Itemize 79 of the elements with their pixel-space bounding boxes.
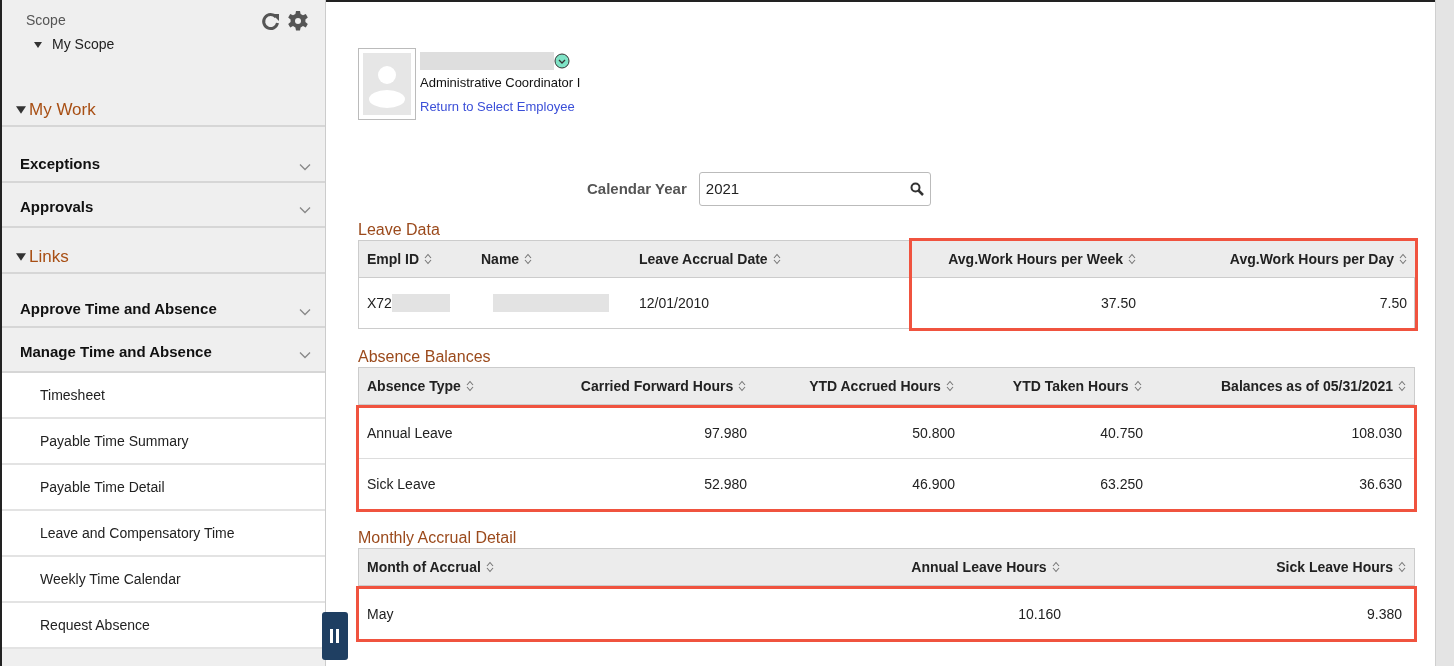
- column-header[interactable]: Annual Leave Hours: [698, 549, 1068, 585]
- collapse-handle[interactable]: [322, 612, 348, 660]
- job-title: Administrative Coordinator I: [420, 74, 581, 92]
- table-cell-text: 63.250: [1100, 474, 1143, 494]
- menu-item[interactable]: Exceptions: [2, 127, 325, 183]
- table-cell-text: 52.980: [704, 474, 747, 494]
- sort-icon: [424, 253, 433, 265]
- dropdown-circle-icon[interactable]: [554, 53, 570, 69]
- menu-item[interactable]: Approvals: [2, 183, 325, 228]
- column-header[interactable]: Balances as of 05/31/2021: [1149, 368, 1414, 404]
- table-cell-text: Sick Leave: [367, 474, 436, 494]
- sort-icon: [1133, 380, 1142, 392]
- sort-icon: [738, 380, 747, 392]
- sort-icon: [1398, 380, 1406, 392]
- submenu-link[interactable]: Timesheet: [2, 373, 325, 419]
- table-cell-text: 7.50: [1379, 293, 1407, 313]
- table-cell-text: 108.030: [1351, 423, 1402, 443]
- section-title: Absence Balances: [358, 347, 491, 367]
- table-cell-text: 46.900: [912, 474, 955, 494]
- chevron-down-icon: [299, 308, 311, 316]
- table-cell-text: 36.630: [1359, 474, 1402, 494]
- scrollbar[interactable]: [1435, 0, 1454, 666]
- sort-icon: [524, 253, 533, 265]
- sort-icon: [485, 561, 494, 573]
- sort-icon: [1399, 253, 1407, 265]
- section-title: Leave Data: [358, 220, 440, 240]
- table-cell-text: 12/01/2010: [639, 293, 710, 313]
- column-header[interactable]: YTD Accrued Hours: [754, 368, 962, 404]
- table-cell-text: 9.380: [1366, 604, 1402, 624]
- scope-title: Scope: [26, 11, 66, 30]
- sort-icon: [772, 253, 781, 265]
- chevron-down-icon: [299, 206, 311, 214]
- sort-icon: [465, 380, 474, 392]
- table-cell-text: Annual Leave: [367, 423, 453, 443]
- submenu-link[interactable]: Leave and Compensatory Time: [2, 511, 325, 557]
- sort-icon: [1398, 561, 1406, 573]
- column-header[interactable]: Name: [473, 241, 631, 277]
- column-header[interactable]: Leave Accrual Date: [631, 241, 909, 277]
- table-cell-text: 50.800: [912, 423, 955, 443]
- tree-item[interactable]: My Scope: [2, 34, 115, 55]
- column-header[interactable]: Sick Leave Hours: [1067, 549, 1414, 585]
- chevron-down-icon: [299, 163, 311, 171]
- refresh-icon[interactable]: [261, 11, 281, 31]
- column-header[interactable]: YTD Taken Hours: [961, 368, 1150, 404]
- submenu-link[interactable]: Weekly Time Calendar: [2, 557, 325, 603]
- section-header[interactable]: Links: [2, 242, 325, 274]
- triangle-down-icon: [16, 252, 26, 262]
- calendar-year-field[interactable]: 2021: [698, 172, 931, 206]
- table-cell-text: 97.980: [704, 423, 747, 443]
- submenu-link[interactable]: Payable Time Summary: [2, 419, 325, 465]
- column-header[interactable]: Carried Forward Hours: [536, 368, 755, 404]
- search-icon[interactable]: [909, 182, 924, 196]
- table-cell-text: 10.160: [1018, 604, 1061, 624]
- triangle-down-icon: [34, 40, 42, 49]
- table-cell-text: X72: [367, 293, 392, 313]
- column-header[interactable]: Absence Type: [359, 368, 537, 404]
- submenu-link[interactable]: Payable Time Detail: [2, 465, 325, 511]
- submenu-link[interactable]: Request Absence: [2, 603, 325, 649]
- table-cell-text: May: [367, 604, 394, 624]
- redaction-bar: [391, 294, 450, 312]
- avatar-placeholder: [358, 48, 416, 120]
- section-header[interactable]: My Work: [2, 95, 325, 127]
- column-header[interactable]: Month of Accrual: [359, 549, 699, 585]
- sort-icon: [945, 380, 954, 392]
- column-header[interactable]: Avg.Work Hours per Week: [912, 241, 1144, 277]
- menu-item[interactable]: Approve Time and Absence: [2, 274, 325, 328]
- sort-icon: [1128, 253, 1136, 265]
- column-header[interactable]: Empl ID: [359, 241, 473, 277]
- settings-icon[interactable]: [287, 10, 309, 32]
- triangle-down-icon: [16, 105, 26, 115]
- return-link[interactable]: Return to Select Employee: [420, 96, 575, 116]
- field-label: Calendar Year: [587, 178, 687, 199]
- chevron-down-icon: [299, 351, 311, 359]
- table-cell-text: 40.750: [1100, 423, 1143, 443]
- pause-icon: [330, 629, 340, 643]
- column-header[interactable]: Avg.Work Hours per Day: [1144, 241, 1415, 277]
- section-title: Monthly Accrual Detail: [358, 528, 517, 548]
- table-cell-text: 37.50: [1100, 293, 1136, 313]
- sort-icon: [1051, 561, 1060, 573]
